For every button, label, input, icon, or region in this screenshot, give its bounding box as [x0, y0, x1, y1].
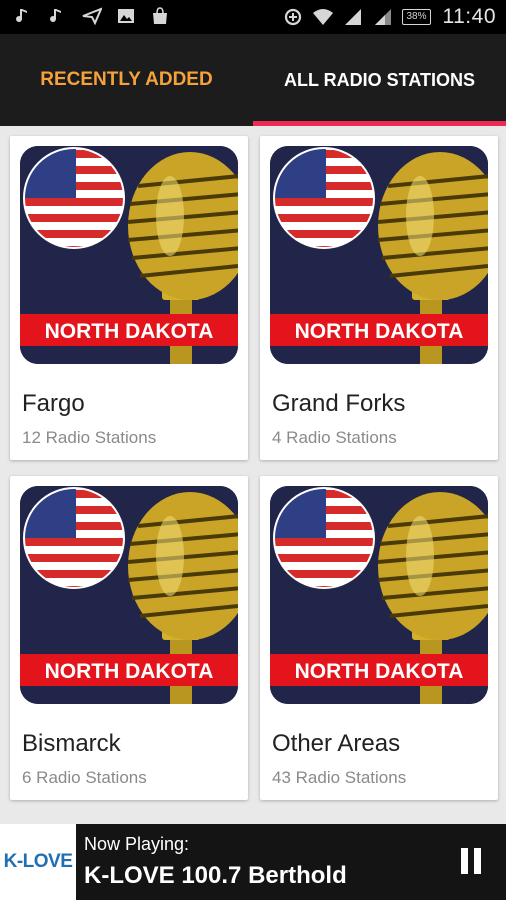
send-icon [82, 6, 102, 26]
music-note-icon [48, 6, 68, 26]
pause-icon [461, 848, 468, 874]
station-count: 4 Radio Stations [272, 428, 397, 447]
pause-button[interactable] [458, 848, 484, 876]
region-name: Other Areas [272, 730, 401, 757]
system-icons: 38% 11:40 [282, 5, 496, 29]
image-icon [116, 6, 136, 26]
wifi-icon [312, 6, 334, 28]
region-banner: NORTH DAKOTA [45, 660, 214, 683]
region-artwork: NORTH DAKOTA [20, 146, 238, 364]
tab-all-radio-stations[interactable]: ALL RADIO STATIONS [253, 34, 506, 126]
music-note-icon [14, 6, 34, 26]
region-name: Grand Forks [272, 390, 406, 417]
region-banner: NORTH DAKOTA [295, 660, 464, 683]
region-banner: NORTH DAKOTA [295, 320, 464, 343]
tab-recently-added[interactable]: RECENTLY ADDED [0, 34, 253, 126]
clock: 11:40 [442, 5, 496, 28]
region-artwork: NORTH DAKOTA [270, 146, 488, 364]
station-logo: K-LOVE [0, 824, 76, 900]
now-playing-label: Now Playing: [84, 834, 190, 854]
region-banner: NORTH DAKOTA [45, 320, 214, 343]
tab-bar: RECENTLY ADDED ALL RADIO STATIONS [0, 34, 506, 126]
data-saver-icon [282, 6, 304, 28]
station-count: 43 Radio Stations [272, 768, 407, 787]
region-card-bismarck[interactable]: NORTH DAKOTA Bismarck 6 Radio Stations [10, 476, 248, 800]
region-name: Bismarck [22, 730, 121, 757]
station-logo-text: K-LOVE [3, 851, 73, 872]
region-name: Fargo [22, 390, 85, 417]
station-count: 12 Radio Stations [22, 428, 157, 447]
region-artwork: NORTH DAKOTA [20, 486, 238, 704]
notification-icons [14, 6, 170, 26]
battery-icon: 38% [402, 9, 431, 25]
region-card-fargo[interactable]: NORTH DAKOTA Fargo 12 Radio Stations [10, 136, 248, 460]
now-playing-bar[interactable]: K-LOVE Now Playing: K-LOVE 100.7 Berthol… [0, 824, 506, 900]
station-count: 6 Radio Stations [22, 768, 147, 787]
signal-icon [372, 6, 394, 28]
now-playing-title: K-LOVE 100.7 Berthold [84, 862, 347, 889]
status-bar: 38% 11:40 [0, 0, 506, 34]
shopping-bag-icon [150, 6, 170, 26]
region-artwork: NORTH DAKOTA [270, 486, 488, 704]
region-card-grand-forks[interactable]: NORTH DAKOTA Grand Forks 4 Radio Station… [260, 136, 498, 460]
station-grid: NORTH DAKOTA Fargo 12 Radio Stations NOR… [0, 126, 506, 826]
signal-icon [342, 6, 364, 28]
pause-icon [474, 848, 481, 874]
region-card-other-areas[interactable]: NORTH DAKOTA Other Areas 43 Radio Statio… [260, 476, 498, 800]
